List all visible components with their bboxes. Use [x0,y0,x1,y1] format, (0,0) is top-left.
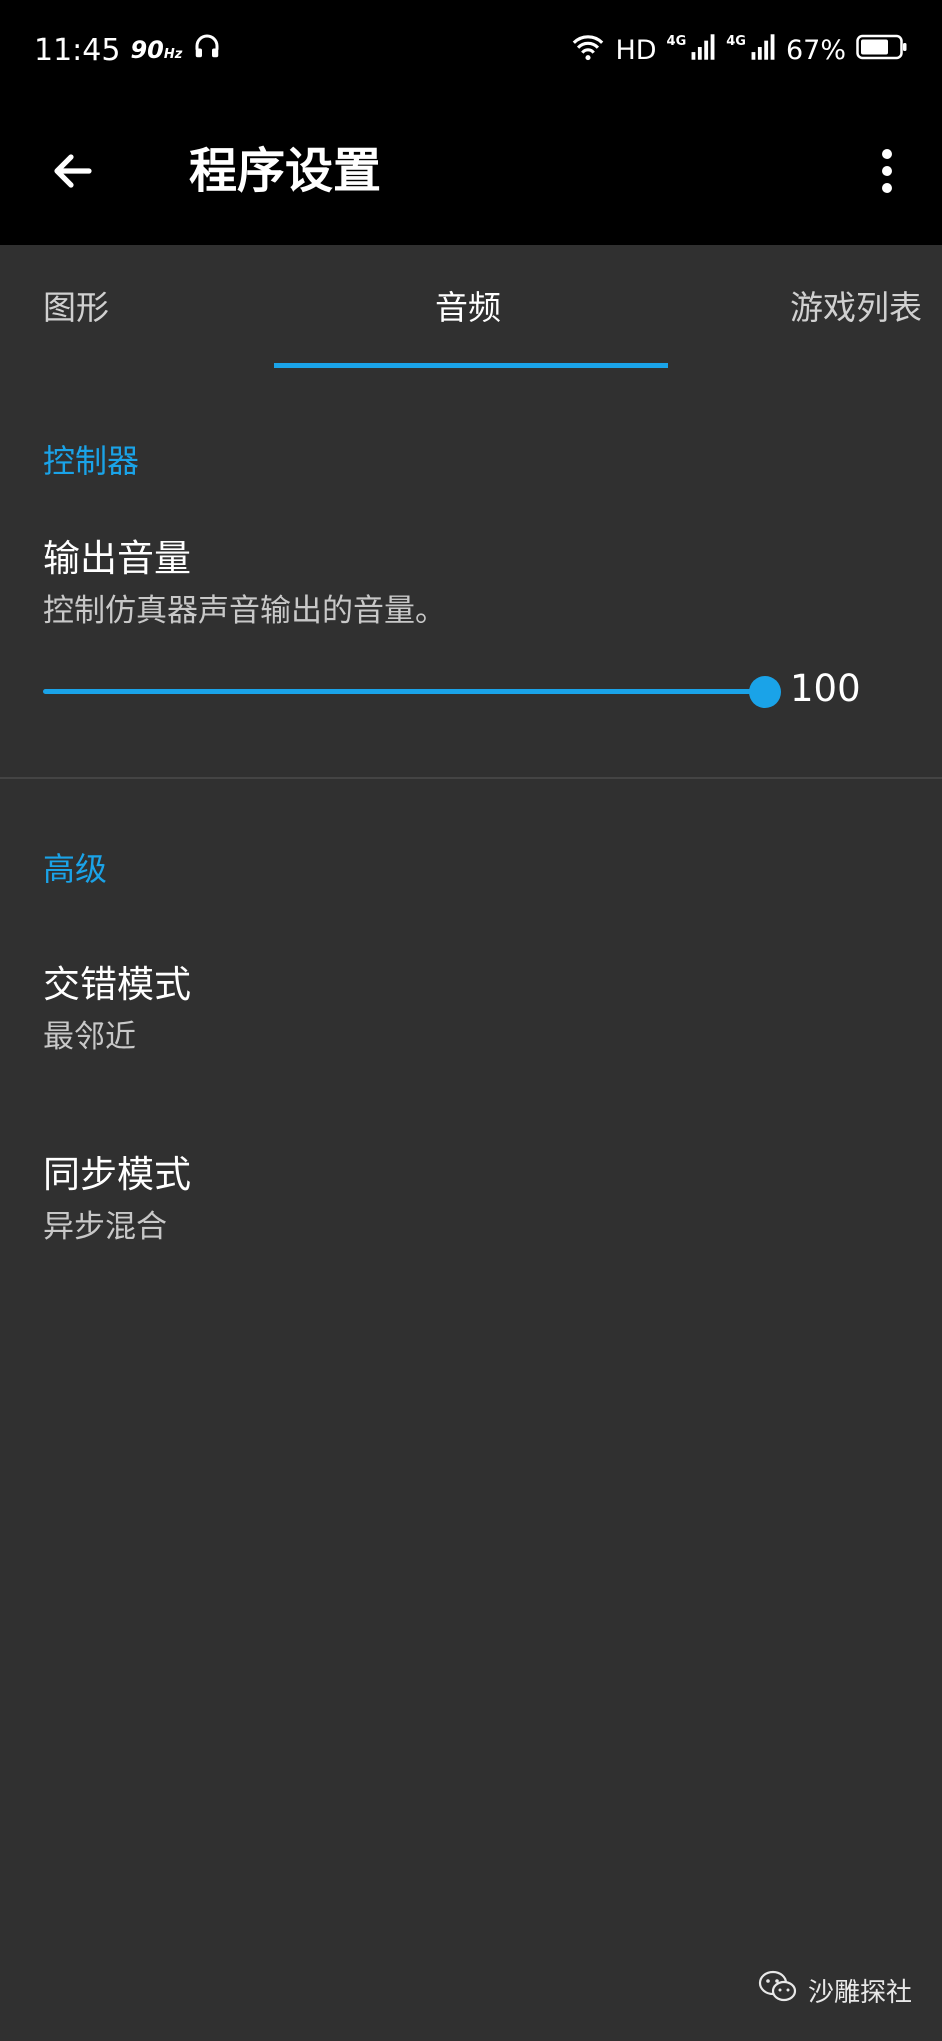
divider [0,777,942,779]
section-header-controller: 控制器 [43,442,140,480]
back-button[interactable] [40,140,106,206]
wifi-icon [571,32,605,69]
battery-icon [856,33,908,68]
battery-percent: 67% [785,34,846,66]
refresh-rate: 90Hz [130,36,183,64]
pref-interleave-mode[interactable]: 交错模式 最邻近 [0,930,942,1100]
tab-indicator [274,363,668,368]
pref-summary: 异步混合 [43,1209,167,1245]
watermark-text: 沙雕探社 [807,1978,912,2008]
section-header-advanced: 高级 [43,850,108,888]
pref-title: 交错模式 [43,963,191,1006]
signal-label-2: 4G [726,34,746,49]
status-bar: 11:45 90Hz HD 4G 4G 67% [0,0,942,100]
headphones-icon [192,31,222,69]
status-time: 11:45 [34,32,121,68]
pref-title: 输出音量 [43,537,191,580]
tab-audio[interactable]: 音频 [435,245,501,370]
volume-value: 100 [790,667,861,710]
signal-icon [690,33,716,68]
signal-icon [750,33,776,68]
volume-slider-thumb[interactable] [749,676,781,708]
more-options-button[interactable] [852,138,922,208]
status-right: HD 4G 4G 67% [571,30,908,70]
pref-summary: 最邻近 [43,1019,136,1055]
volume-slider-track[interactable] [43,689,765,694]
pref-summary: 控制仿真器声音输出的音量。 [43,593,446,629]
pref-title: 同步模式 [43,1153,191,1196]
arrow-left-icon [49,147,97,199]
wechat-icon [758,1970,798,2011]
tab-graphics[interactable]: 图形 [43,245,109,370]
watermark: 沙雕探社 [758,1970,912,2011]
status-left: 11:45 90Hz [34,30,222,70]
tab-game-list[interactable]: 游戏列表 [790,245,922,370]
app-bar: 程序设置 [0,100,942,245]
tab-bar: 图形 音频 游戏列表 [0,245,942,370]
pref-sync-mode[interactable]: 同步模式 异步混合 [0,1120,942,1290]
signal-label-1: 4G [666,34,687,49]
hd-label: HD [615,34,657,66]
more-vertical-icon [881,148,893,198]
page-title: 程序设置 [189,143,382,199]
